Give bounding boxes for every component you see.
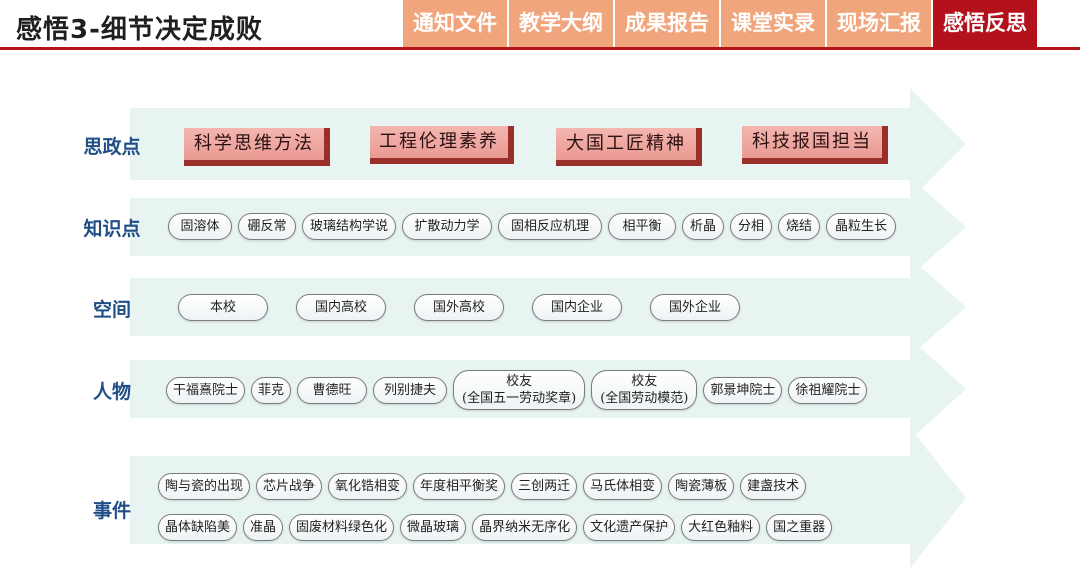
event-chip: 三创两迁 — [511, 473, 578, 500]
tab-reflection[interactable]: 感悟反思 — [931, 0, 1037, 47]
row-label-ideology: 思政点 — [83, 136, 141, 158]
knowledge-chip: 固相反应机理 — [498, 213, 602, 240]
space-chip: 国内高校 — [296, 294, 386, 321]
events-chip-row: 陶与瓷的出现 芯片战争 氧化锆相变 年度相平衡奖 三创两迁 马氏体相变 陶瓷薄板… — [158, 473, 812, 500]
event-chip: 晶体缺陷美 — [158, 514, 238, 541]
people-chip: 曹德旺 — [297, 376, 368, 404]
row-label-people: 人物 — [92, 381, 131, 403]
tab-syllabus[interactable]: 教学大纲 — [507, 0, 613, 47]
event-chip: 固废材料绿色化 — [289, 514, 395, 541]
knowledge-chip: 烧结 — [778, 213, 820, 240]
people-chip: 校友 (全国五一劳动奖章) — [453, 370, 586, 410]
header-divider — [0, 47, 1080, 50]
knowledge-chip: 分相 — [730, 213, 772, 240]
knowledge-chip-row: 固溶体 硼反常 玻璃结构学说 扩散动力学 固相反应机理 相平衡 析晶 分相 烧结… — [168, 213, 902, 240]
people-chip: 郭景坤院士 — [703, 376, 783, 404]
people-chip-line: 校友 — [631, 374, 658, 389]
event-chip: 准晶 — [243, 514, 284, 541]
event-chip: 年度相平衡奖 — [413, 473, 506, 500]
event-chip: 陶与瓷的出现 — [158, 473, 251, 500]
knowledge-chip: 硼反常 — [238, 213, 296, 240]
people-chip-line: 校友 — [506, 374, 533, 389]
people-chip-line: (全国五一劳动奖章) — [462, 391, 577, 406]
people-chip: 干福熹院士 — [166, 376, 246, 404]
tab-achievement-report[interactable]: 成果报告 — [613, 0, 719, 47]
ideology-chip: 大国工匠精神 — [556, 128, 702, 166]
people-chip: 列别捷夫 — [373, 376, 448, 404]
knowledge-chip: 固溶体 — [168, 213, 232, 240]
event-chip: 晶界纳米无序化 — [472, 514, 578, 541]
knowledge-chip: 析晶 — [682, 213, 724, 240]
space-chip-row: 本校 国内高校 国外高校 国内企业 国外企业 — [178, 294, 768, 321]
ideology-chip: 科技报国担当 — [742, 126, 888, 164]
event-chip: 微晶玻璃 — [400, 514, 467, 541]
event-chip: 文化遗产保护 — [583, 514, 676, 541]
row-label-space: 空间 — [92, 299, 131, 321]
space-chip: 国外企业 — [650, 294, 740, 321]
people-chip: 校友 (全国劳动模范) — [591, 370, 698, 410]
page-title: 感悟3-细节决定成败 — [16, 15, 263, 45]
row-label-knowledge: 知识点 — [83, 218, 141, 240]
space-chip: 国内企业 — [532, 294, 622, 321]
tab-onsite-report[interactable]: 现场汇报 — [825, 0, 931, 47]
tab-notice-files[interactable]: 通知文件 — [401, 0, 507, 47]
knowledge-chip: 玻璃结构学说 — [302, 213, 396, 240]
tab-classroom-record[interactable]: 课堂实录 — [719, 0, 825, 47]
tab-bar: 通知文件 教学大纲 成果报告 课堂实录 现场汇报 感悟反思 — [401, 0, 1037, 47]
header: 感悟3-细节决定成败 通知文件 教学大纲 成果报告 课堂实录 现场汇报 感悟反思 — [0, 0, 1080, 50]
event-chip: 陶瓷薄板 — [668, 473, 735, 500]
space-chip: 国外高校 — [414, 294, 504, 321]
row-label-events: 事件 — [92, 500, 131, 522]
ideology-chip: 科学思维方法 — [184, 128, 330, 166]
people-chip-row: 干福熹院士 菲克 曹德旺 列别捷夫 校友 (全国五一劳动奖章) 校友 (全国劳动… — [166, 370, 873, 410]
space-chip: 本校 — [178, 294, 268, 321]
people-chip: 菲克 — [251, 376, 292, 404]
event-chip: 马氏体相变 — [583, 473, 663, 500]
event-chip: 芯片战争 — [256, 473, 323, 500]
events-chip-row: 晶体缺陷美 准晶 固废材料绿色化 微晶玻璃 晶界纳米无序化 文化遗产保护 大红色… — [158, 514, 838, 541]
event-chip: 大红色釉料 — [681, 514, 761, 541]
event-chip: 国之重器 — [766, 514, 833, 541]
event-chip: 氧化锆相变 — [328, 473, 408, 500]
knowledge-chip: 相平衡 — [608, 213, 676, 240]
knowledge-chip: 晶粒生长 — [826, 213, 896, 240]
people-chip: 徐祖耀院士 — [788, 376, 868, 404]
knowledge-chip: 扩散动力学 — [402, 213, 492, 240]
people-chip-line: (全国劳动模范) — [600, 391, 689, 406]
ideology-chip: 工程伦理素养 — [370, 126, 514, 164]
event-chip: 建盏技术 — [740, 473, 807, 500]
